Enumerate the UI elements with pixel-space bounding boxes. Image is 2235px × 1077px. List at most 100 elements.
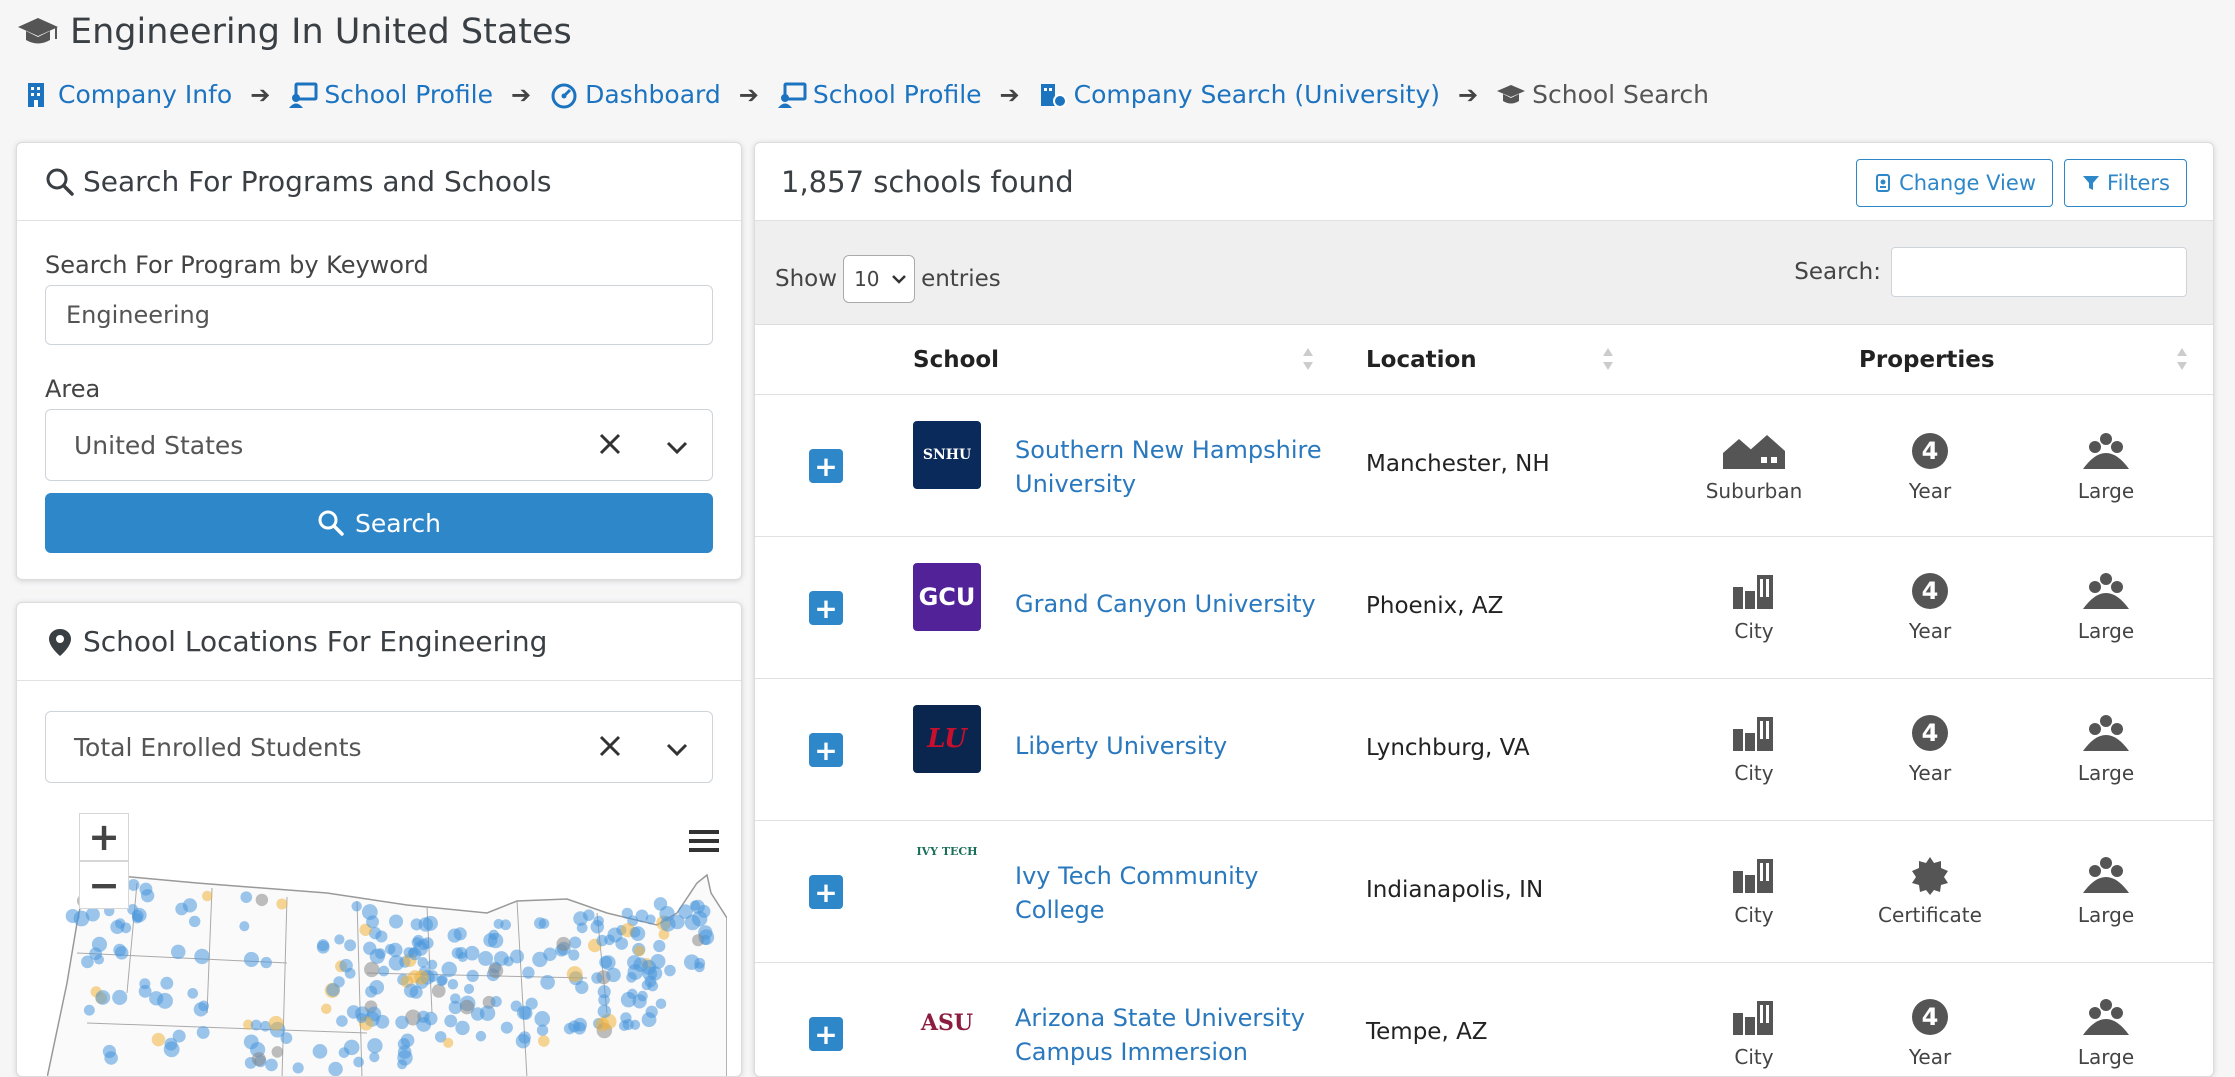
school-marker[interactable] bbox=[593, 915, 604, 927]
school-marker[interactable] bbox=[466, 969, 479, 983]
expand-row-button[interactable]: + bbox=[809, 733, 843, 767]
school-marker[interactable] bbox=[265, 1058, 278, 1072]
school-marker[interactable] bbox=[292, 1062, 304, 1074]
school-marker[interactable] bbox=[338, 1047, 350, 1058]
school-marker[interactable] bbox=[447, 928, 462, 943]
school-marker[interactable] bbox=[451, 947, 464, 959]
table-search-input[interactable] bbox=[1891, 247, 2187, 297]
school-marker[interactable] bbox=[160, 976, 174, 990]
school-marker[interactable] bbox=[416, 1016, 432, 1032]
chevron-down-icon[interactable] bbox=[664, 736, 690, 762]
sort-icon[interactable] bbox=[1301, 345, 1315, 373]
school-marker[interactable] bbox=[104, 1051, 118, 1065]
school-name-link[interactable]: Arizona State University Campus Immersio… bbox=[1015, 1001, 1335, 1069]
school-marker[interactable] bbox=[240, 891, 253, 904]
expand-row-button[interactable]: + bbox=[809, 449, 843, 483]
school-marker[interactable] bbox=[490, 996, 502, 1008]
school-marker[interactable] bbox=[83, 1004, 95, 1016]
school-marker[interactable] bbox=[321, 1003, 332, 1014]
school-marker[interactable] bbox=[566, 966, 583, 983]
school-marker[interactable] bbox=[132, 913, 143, 924]
school-marker[interactable] bbox=[336, 1015, 348, 1027]
expand-row-button[interactable]: + bbox=[809, 591, 843, 625]
school-marker[interactable] bbox=[463, 983, 475, 994]
school-marker[interactable] bbox=[493, 951, 509, 966]
school-marker[interactable] bbox=[414, 970, 429, 985]
column-properties[interactable]: Properties bbox=[1859, 347, 1995, 373]
school-marker[interactable] bbox=[694, 957, 706, 969]
school-marker[interactable] bbox=[312, 1044, 328, 1059]
zoom-in-button[interactable]: + bbox=[79, 813, 129, 861]
school-marker[interactable] bbox=[641, 1012, 657, 1028]
breadcrumb-school-profile-2[interactable]: School Profile bbox=[777, 80, 982, 109]
school-marker[interactable] bbox=[397, 1059, 408, 1070]
school-name-link[interactable]: Ivy Tech Community College bbox=[1015, 859, 1335, 927]
school-marker[interactable] bbox=[369, 1052, 380, 1063]
school-marker[interactable] bbox=[369, 979, 385, 995]
school-marker[interactable] bbox=[678, 904, 693, 920]
school-marker[interactable] bbox=[395, 1015, 409, 1030]
school-marker[interactable] bbox=[634, 945, 645, 957]
school-marker[interactable] bbox=[455, 1020, 470, 1036]
school-marker[interactable] bbox=[543, 947, 557, 962]
school-name-link[interactable]: Southern New Hampshire University bbox=[1015, 433, 1335, 501]
school-marker[interactable] bbox=[193, 1002, 208, 1017]
breadcrumb-company-info[interactable]: Company Info bbox=[22, 80, 232, 109]
school-marker[interactable] bbox=[540, 974, 555, 990]
school-marker[interactable] bbox=[334, 934, 345, 945]
school-marker[interactable] bbox=[170, 944, 186, 960]
school-marker[interactable] bbox=[597, 1004, 612, 1019]
school-marker[interactable] bbox=[599, 955, 613, 969]
breadcrumb-school-profile[interactable]: School Profile bbox=[288, 80, 493, 109]
school-marker[interactable] bbox=[114, 946, 129, 960]
school-marker[interactable] bbox=[536, 1024, 549, 1036]
school-marker[interactable] bbox=[500, 1021, 513, 1034]
school-marker[interactable] bbox=[112, 989, 128, 1005]
menu-icon[interactable] bbox=[687, 827, 721, 855]
school-map[interactable]: + − bbox=[46, 813, 728, 1076]
metric-select[interactable]: Total Enrolled Students bbox=[45, 711, 713, 783]
school-marker[interactable] bbox=[149, 991, 164, 1006]
school-marker[interactable] bbox=[596, 934, 608, 947]
entries-select[interactable]: 10 bbox=[843, 255, 916, 303]
school-marker[interactable] bbox=[556, 936, 571, 952]
school-marker[interactable] bbox=[351, 901, 362, 912]
school-marker[interactable] bbox=[378, 965, 390, 977]
school-marker[interactable] bbox=[356, 1012, 367, 1024]
school-marker[interactable] bbox=[196, 1025, 210, 1039]
school-marker[interactable] bbox=[110, 920, 125, 935]
school-marker[interactable] bbox=[182, 898, 198, 913]
school-marker[interactable] bbox=[479, 1005, 496, 1021]
school-marker[interactable] bbox=[436, 975, 447, 987]
school-marker[interactable] bbox=[276, 898, 288, 910]
school-marker[interactable] bbox=[591, 972, 603, 984]
clear-icon[interactable] bbox=[596, 732, 624, 760]
school-marker[interactable] bbox=[403, 983, 419, 998]
school-marker[interactable] bbox=[691, 910, 708, 927]
school-marker[interactable] bbox=[194, 948, 210, 965]
school-marker[interactable] bbox=[172, 1029, 186, 1043]
school-marker[interactable] bbox=[85, 907, 100, 922]
school-marker[interactable] bbox=[659, 906, 675, 922]
school-marker[interactable] bbox=[189, 915, 201, 928]
school-marker[interactable] bbox=[444, 1014, 458, 1028]
school-name-link[interactable]: Liberty University bbox=[1015, 729, 1335, 763]
school-marker[interactable] bbox=[595, 1017, 610, 1032]
school-marker[interactable] bbox=[664, 964, 676, 977]
breadcrumb-dashboard[interactable]: Dashboard bbox=[549, 80, 721, 109]
school-marker[interactable] bbox=[140, 888, 155, 903]
school-marker[interactable] bbox=[326, 983, 340, 997]
school-marker[interactable] bbox=[344, 939, 357, 952]
school-marker[interactable] bbox=[568, 949, 580, 961]
school-marker[interactable] bbox=[384, 943, 396, 955]
school-marker[interactable] bbox=[431, 984, 446, 998]
school-marker[interactable] bbox=[615, 937, 629, 950]
school-marker[interactable] bbox=[516, 1005, 531, 1020]
change-view-button[interactable]: Change View bbox=[1856, 159, 2053, 207]
zoom-out-button[interactable]: − bbox=[79, 861, 129, 909]
school-marker[interactable] bbox=[448, 1000, 463, 1015]
school-marker[interactable] bbox=[447, 979, 459, 990]
school-marker[interactable] bbox=[389, 914, 404, 929]
school-marker[interactable] bbox=[369, 948, 385, 964]
school-marker[interactable] bbox=[397, 1037, 410, 1051]
